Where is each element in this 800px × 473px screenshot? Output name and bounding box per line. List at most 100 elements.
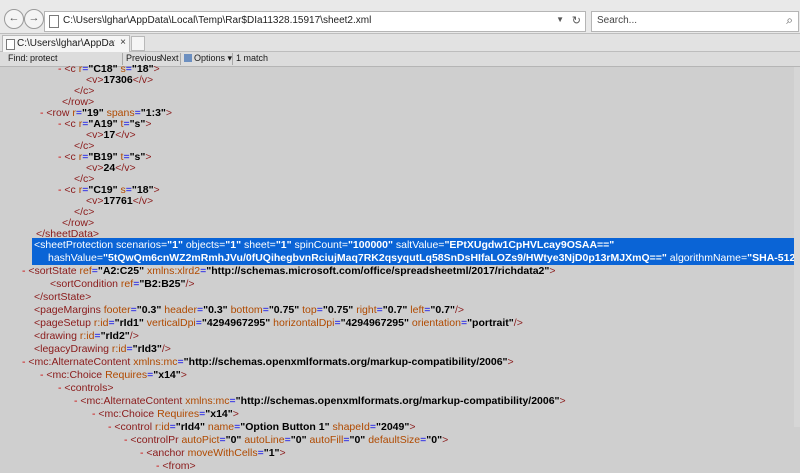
xml-attribute-name: top (302, 304, 317, 316)
xml-line: - <mc:Choice Requires="x14"> (40, 369, 187, 382)
tab-sheet2[interactable]: C:\Users\lghar\AppData\Loc... × (2, 35, 130, 52)
options-button[interactable]: Options ▾ (184, 53, 232, 64)
previous-button[interactable]: Previous (126, 53, 161, 63)
xml-attribute-value: "0.7" (382, 304, 411, 316)
xml-line: - <anchor moveWithCells="1"> (140, 447, 286, 460)
xml-text-value: 24 (103, 162, 116, 174)
xml-attribute-name: bottom (230, 304, 263, 316)
xml-tag: /> (454, 304, 465, 316)
xml-line: - <controlPr autoPict="0" autoLine="0" a… (124, 434, 448, 447)
xml-attribute-name: footer (103, 304, 131, 316)
xml-attribute-value: "x14" (153, 369, 181, 381)
xml-line: - <mc:AlternateContent xmlns:mc="http://… (22, 356, 514, 369)
xml-attribute-name: defaultSize (368, 434, 421, 446)
xml-tag: /> (185, 278, 195, 290)
xml-line: - <controls> (58, 382, 113, 395)
forward-button[interactable]: → (24, 9, 44, 29)
xml-attribute-value: "0.7" (430, 304, 455, 316)
xml-attribute-value: "1" (263, 447, 280, 459)
xml-text-value: 17306 (103, 74, 133, 86)
xml-tag: <c (64, 63, 79, 75)
xml-attribute-value: "1" (275, 239, 295, 251)
xml-attribute-value: "1" (225, 239, 244, 251)
xml-attribute-value: "2049" (376, 421, 410, 433)
refresh-icon[interactable]: ↻ (572, 14, 581, 27)
xml-tag: <mc:Choice (46, 369, 106, 381)
xml-tag: > (145, 118, 152, 130)
xml-attribute-name: r:id (155, 421, 170, 433)
xml-tag: <c (64, 184, 79, 196)
xml-tag: > (165, 107, 173, 119)
xml-viewer: - <c r="C18" s="18"> <v>17306</v> </c> </ro… (0, 63, 800, 472)
next-button[interactable]: Next (160, 53, 179, 63)
xml-line: <v>17761</v> (86, 195, 153, 208)
xml-attribute-value: "1" (167, 239, 186, 251)
back-button[interactable]: ← (4, 9, 24, 29)
xml-attribute-value: "A2:C25" (97, 265, 147, 277)
find-label: Find: (8, 53, 29, 63)
xml-tag: /> (513, 317, 523, 329)
address-text: C:\Users\lghar\AppData\Local\Temp\Rar$DI… (63, 15, 372, 26)
xml-attribute-name: objects (185, 239, 220, 251)
chevron-down-icon[interactable]: ▼ (556, 15, 564, 24)
xml-attribute-value: "0" (290, 434, 310, 446)
xml-tag: </v> (132, 74, 154, 86)
xml-line: - <sortState ref="A2:C25" xmlns:xlrd2="h… (22, 265, 556, 278)
xml-tag: </v> (115, 162, 136, 174)
xml-tag: sheetProtection (40, 239, 117, 251)
new-tab-button[interactable] (131, 36, 145, 51)
search-icon[interactable]: ⌕ (786, 13, 793, 28)
xml-tag: /> (161, 343, 171, 355)
file-icon (49, 15, 59, 28)
xml-tag: > (549, 265, 556, 277)
xml-attribute-value: "4294967295" (201, 317, 274, 329)
search-box[interactable]: Search... ⌕ (591, 11, 799, 32)
xml-line: </sortState> (34, 291, 91, 304)
xml-tag: > (153, 63, 160, 75)
xml-attribute-value: "0.75" (322, 304, 357, 316)
tab-title: C:\Users\lghar\AppData\Loc... (17, 38, 115, 49)
xml-tag: > (409, 421, 416, 433)
xml-tag: <mc:AlternateContent (28, 356, 134, 368)
xml-attribute-name: verticalDpi (146, 317, 196, 329)
xml-attribute-name: name (207, 421, 235, 433)
xml-attribute-name: autoLine (244, 434, 285, 446)
xml-tag: <pageSetup (34, 317, 94, 329)
forward-arrow-icon: → (28, 12, 40, 24)
divider (232, 53, 233, 65)
xml-line: <legacyDrawing r:id="rId3"/> (34, 343, 171, 356)
xml-tag: <c (64, 118, 79, 130)
scrollbar[interactable] (794, 67, 800, 427)
xml-tag: <control (114, 421, 155, 433)
xml-tag: </v> (132, 195, 154, 207)
options-label: Options (194, 53, 226, 63)
xml-tag: <sortCondition (50, 278, 121, 290)
xml-attribute-name: sheet (243, 239, 270, 251)
xml-line: - <mc:AlternateContent xmlns:mc="http://… (74, 395, 566, 408)
xml-attribute-value: "0" (225, 434, 245, 446)
xml-tag: <from> (162, 460, 196, 472)
xml-attribute-value: "0.3" (203, 304, 231, 316)
close-icon[interactable]: × (120, 37, 126, 48)
xml-attribute-name: scenarios (116, 239, 161, 251)
xml-text-value: 17 (103, 129, 116, 141)
address-bar[interactable]: C:\Users\lghar\AppData\Local\Temp\Rar$DI… (44, 11, 586, 32)
xml-line: <pageSetup r:id="rId1" verticalDpi="4294… (34, 317, 523, 330)
xml-attribute-name: Requires (157, 408, 200, 420)
xml-tag: > (145, 151, 152, 163)
xml-tag: > (153, 184, 160, 196)
xml-tag: <anchor (146, 447, 188, 459)
tab-bar: C:\Users\lghar\AppData\Loc... × (0, 34, 800, 52)
xml-tag: <drawing (34, 330, 80, 342)
divider (180, 53, 181, 65)
match-count: 1 match (236, 53, 269, 63)
xml-attribute-name: r:id (79, 330, 95, 342)
xml-line: - <mc:Choice Requires="x14"> (92, 408, 239, 421)
xml-attribute-value: "0.75" (268, 304, 303, 316)
xml-attribute-name: xmlns:mc (185, 395, 230, 407)
xml-attribute-value: "portrait" (467, 317, 514, 329)
xml-line: <v>17306</v> (86, 74, 153, 87)
xml-attribute-name: header (164, 304, 197, 316)
xml-attribute-value: "0" (349, 434, 369, 446)
xml-attribute-name: horizontalDpi (273, 317, 335, 329)
